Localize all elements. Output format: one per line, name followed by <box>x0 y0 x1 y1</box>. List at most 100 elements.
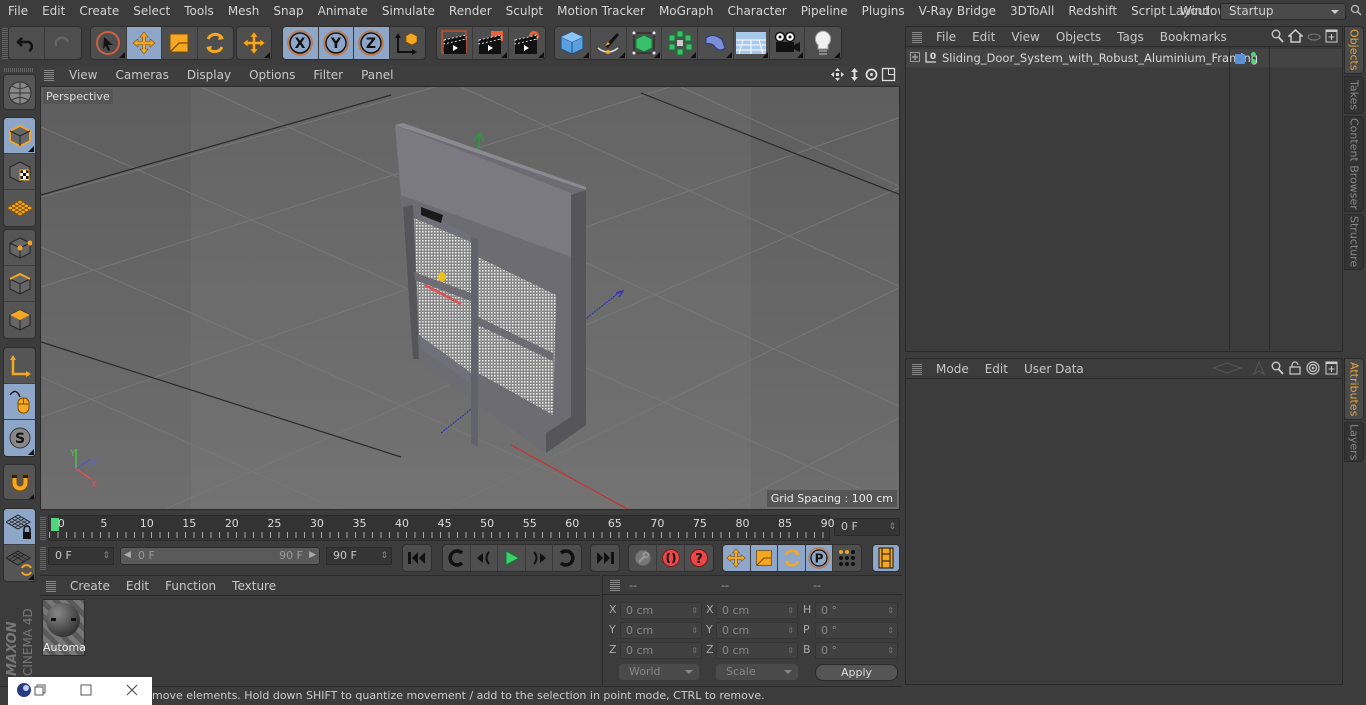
new-panel-icon[interactable] <box>1325 29 1338 46</box>
close-icon[interactable] <box>126 684 138 699</box>
coord-grip[interactable] <box>610 580 620 591</box>
tab-structure[interactable]: Structure <box>1344 214 1364 270</box>
tweak-mode-icon[interactable] <box>4 384 35 420</box>
pen-spline-icon[interactable] <box>591 27 627 59</box>
menu-mesh[interactable]: Mesh <box>220 4 266 18</box>
attribute-manager-grip[interactable] <box>912 362 922 375</box>
cloner-icon[interactable] <box>662 27 698 59</box>
x-axis-lock-button[interactable]: X <box>283 27 319 59</box>
current-frame-field[interactable]: 0 F <box>834 518 900 536</box>
lock-icon[interactable] <box>1289 361 1301 378</box>
maximize-icon[interactable] <box>80 684 92 699</box>
size-field[interactable]: 0 cm <box>716 642 798 659</box>
material-swatch[interactable]: Automa <box>42 599 86 656</box>
object-manager-grip[interactable] <box>912 30 922 43</box>
deformer-icon[interactable] <box>698 27 734 59</box>
objects-menu-edit[interactable]: Edit <box>964 30 1003 44</box>
pan-view-icon[interactable] <box>830 67 845 85</box>
points-mode-icon[interactable] <box>4 230 35 266</box>
frame-range-slider[interactable]: ◀ 0 F 90 F ▶ <box>120 547 320 565</box>
menu-motion-tracker[interactable]: Motion Tracker <box>549 4 651 18</box>
polygons-mode-icon[interactable] <box>4 302 35 338</box>
menu-edit[interactable]: Edit <box>34 4 71 18</box>
keyframe-selection-icon[interactable]: ? <box>685 545 713 571</box>
viewport-menu-filter[interactable]: Filter <box>304 68 352 82</box>
menu-redshift[interactable]: Redshift <box>1060 4 1123 18</box>
subdivision-icon[interactable] <box>627 27 663 59</box>
hierarchy-toggle-icon[interactable] <box>1307 31 1321 45</box>
attribute-search-icon[interactable] <box>1271 361 1284 378</box>
goto-next-keyframe-icon[interactable] <box>553 545 581 571</box>
model-mode-icon[interactable] <box>4 118 35 154</box>
end-frame-field[interactable]: 90 F <box>326 547 392 565</box>
make-editable-icon[interactable] <box>4 75 35 109</box>
range-right-arrow-icon[interactable]: ▶ <box>309 550 316 560</box>
search-icon[interactable] <box>1346 4 1366 19</box>
key-rotation-icon[interactable] <box>778 545 806 571</box>
rotation-field[interactable]: 0 ° <box>815 622 898 639</box>
rotate-icon[interactable] <box>198 27 233 59</box>
timeline-window-icon[interactable] <box>873 545 899 571</box>
material-menu-create[interactable]: Create <box>62 579 118 593</box>
render-picture-viewer-icon[interactable] <box>473 27 509 59</box>
solo-mode-icon[interactable]: S <box>4 420 35 456</box>
cube-icon[interactable] <box>555 27 591 59</box>
material-menu-texture[interactable]: Texture <box>224 579 284 593</box>
goto-end-icon[interactable] <box>591 545 619 571</box>
attributes-menu-mode[interactable]: Mode <box>928 362 977 376</box>
left-toolbar-grip[interactable] <box>4 68 34 72</box>
rotation-field[interactable]: 0 ° <box>815 602 898 619</box>
tab-takes[interactable]: Takes <box>1344 76 1364 114</box>
menu-snap[interactable]: Snap <box>265 4 309 18</box>
menu-mograph[interactable]: MoGraph <box>651 4 720 18</box>
goto-prev-keyframe-icon[interactable] <box>443 545 471 571</box>
play-icon[interactable] <box>498 545 526 571</box>
object-name[interactable]: Sliding_Door_System_with_Robust_Aluminiu… <box>942 51 1258 65</box>
next-frame-icon[interactable] <box>526 545 554 571</box>
menu-simulate[interactable]: Simulate <box>374 4 441 18</box>
workplane-lock-icon[interactable] <box>4 509 35 545</box>
rotate-view-icon[interactable] <box>864 67 879 85</box>
start-frame-field[interactable]: 0 F <box>48 547 114 565</box>
expand-icon[interactable] <box>910 51 920 65</box>
attributes-menu-user-data[interactable]: User Data <box>1016 362 1092 376</box>
menu-plugins[interactable]: Plugins <box>854 4 911 18</box>
redo-icon[interactable] <box>45 27 81 59</box>
menu-pipeline[interactable]: Pipeline <box>793 4 854 18</box>
editor-visibility-dot[interactable] <box>1251 52 1256 57</box>
material-menu-edit[interactable]: Edit <box>118 579 157 593</box>
coord-mode-select[interactable]: Scale <box>716 664 798 680</box>
camera-icon[interactable] <box>770 27 806 59</box>
size-field[interactable]: 0 cm <box>716 602 798 619</box>
timeline-ruler[interactable]: 0 5 10 15 20 25 30 35 40 45 50 55 60 65 70 75 80 85 90 <box>48 515 835 541</box>
menu-animate[interactable]: Animate <box>310 4 374 18</box>
texture-mode-icon[interactable] <box>4 154 35 190</box>
z-axis-lock-button[interactable]: Z <box>354 27 390 59</box>
restore-icon[interactable] <box>34 684 46 699</box>
menu-sculpt[interactable]: Sculpt <box>498 4 549 18</box>
viewport-menu-panel[interactable]: Panel <box>352 68 402 82</box>
position-field[interactable]: 0 cm <box>620 642 702 659</box>
key-scale-icon[interactable] <box>750 545 779 571</box>
viewport-menu-view[interactable]: View <box>60 68 106 82</box>
menu-character[interactable]: Character <box>719 4 792 18</box>
record-keys-icon[interactable] <box>629 545 657 571</box>
menu-3dtoall[interactable]: 3DToAll <box>1002 4 1060 18</box>
prev-frame-icon[interactable] <box>471 545 499 571</box>
render-visibility-dot[interactable] <box>1251 59 1256 64</box>
render-settings-icon[interactable] <box>509 27 545 59</box>
apply-button[interactable]: Apply <box>815 664 898 681</box>
layer-color-swatch[interactable] <box>1235 54 1245 64</box>
menu-create[interactable]: Create <box>71 4 125 18</box>
material-grip[interactable] <box>46 579 56 592</box>
range-left-arrow-icon[interactable]: ◀ <box>124 550 131 560</box>
viewport-menu-display[interactable]: Display <box>178 68 240 82</box>
up-nav-icon[interactable] <box>1252 360 1266 378</box>
workplane-align-icon[interactable] <box>4 545 35 581</box>
move-icon[interactable] <box>126 27 162 59</box>
objects-menu-file[interactable]: File <box>928 30 964 44</box>
light-icon[interactable] <box>805 27 841 59</box>
back-nav-icon[interactable] <box>1211 361 1247 378</box>
position-field[interactable]: 0 cm <box>620 622 702 639</box>
edges-mode-icon[interactable] <box>4 266 35 302</box>
